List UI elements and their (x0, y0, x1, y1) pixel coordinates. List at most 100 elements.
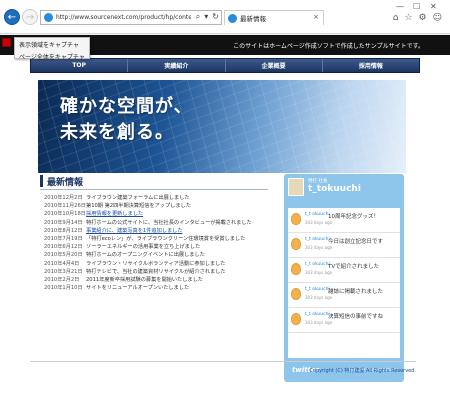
news-text: ソーラーエネルギーの活用事業を立ち上げました (86, 244, 201, 251)
news-text: 特打ホームのオープニングイベントに出展しました (86, 252, 205, 259)
back-button[interactable]: ← (4, 9, 20, 25)
tweet-text: 今日は創立記念日です (328, 239, 384, 245)
news-list: 2010年12月2日 ライブラウン建築フォーラムに出展しました 2010年11月26… (44, 194, 278, 292)
news-text: サイトをリニューアルオープンいたしました (86, 285, 190, 292)
nav-item-company[interactable]: 企業概要 (226, 59, 323, 72)
tweet-user[interactable]: t_t okuuchi (305, 262, 330, 267)
copyright: Copyright (C) 特打建設 All Rights Reserved. (309, 368, 416, 374)
tweet-user[interactable]: t_t okuuchi (305, 312, 330, 317)
favorites-icon[interactable]: ☆ (404, 13, 412, 23)
news-date: 2010年3月21日 (44, 268, 83, 275)
tweet-time[interactable]: 303 days ago (305, 270, 332, 275)
tweet-item: t_t okuuchi 雑誌に掲載されました 303 days ago (288, 283, 400, 308)
smiley-icon[interactable]: ☺ (433, 13, 442, 23)
news-row: 2010年1月10日 サイトをリニューアルオープンいたしました (44, 284, 278, 292)
nav-item-works[interactable]: 実績紹介 (128, 59, 226, 72)
web-page: このサイトはホームページ作成ソフトで作成したサンプルサイトです。 TOP 実績紹… (0, 35, 450, 400)
news-heading: 最新情報 (40, 175, 83, 188)
news-row: 2010年4月4日 ライブラウン・リサイクルボランティア活動に参加しました (44, 260, 278, 268)
tab-ie-icon (228, 13, 237, 23)
news-row: 2010年7月19日 「特打ecoレン」が、ライブラウンクリーン住環境賞を受賞しま… (44, 235, 278, 243)
site-notice: このサイトはホームページ作成ソフトで作成したサンプルサイトです。 (233, 43, 424, 50)
tweet-item: t_t okuuchi TVで紹介されました 303 days ago (288, 258, 400, 283)
tweet-user[interactable]: t_t okuuchi (305, 287, 330, 292)
tweet-item: t_t okuuchi 決算短信の事前ですね 303 days ago (288, 308, 400, 333)
news-link[interactable]: 事業紹介に、建築写真を1件追加しました (86, 227, 276, 235)
news-row: 2010年2月2日 2011年度新卒採用試験の募集を開始いたしました (44, 276, 278, 284)
news-row: 2010年8月12日 事業紹介に、建築写真を1件追加しました (44, 227, 278, 235)
news-text: ライブラウン・リサイクルボランティア活動に参加しました (86, 260, 226, 267)
ie-icon (44, 13, 53, 22)
address-bar[interactable]: http://www.sourcenext.com/product/hp/con… (40, 10, 222, 25)
twitter-avatar[interactable] (288, 178, 304, 196)
footer-divider (30, 361, 416, 362)
tweet-list: t_t okuuchi 10周年記念グッズ！ 303 days ago t_t oku… (288, 208, 400, 358)
hero-banner: 確かな空間が、 未来を創る。 (38, 80, 406, 173)
tweet-time[interactable]: 303 days ago (305, 245, 332, 250)
news-date: 2010年7月19日 (44, 235, 83, 242)
news-date: 2010年6月12日 (44, 244, 83, 251)
context-menu: 表示領域をキャプチャ ページ全体をキャプチャ (14, 37, 90, 62)
twitter-handle[interactable]: t_tokuuchi (308, 184, 361, 194)
tweet-text: TVで紹介されました (328, 264, 380, 270)
tweet-text: 10周年記念グッズ！ (328, 214, 379, 220)
close-tab-icon[interactable]: × (313, 13, 319, 21)
back-arrow-icon: ← (7, 11, 17, 23)
news-row: 2010年3月21日 特打テレビで、当社の建築資材リサイクルが紹介されました (44, 268, 278, 276)
search-icon[interactable]: ⌕ (196, 12, 200, 22)
news-link[interactable]: 採用情報を更新しました (86, 210, 276, 218)
home-icon[interactable]: ⌂ (393, 13, 399, 23)
dropdown-icon[interactable]: ▾ (204, 12, 208, 22)
tweet-item: t_t okuuchi 今日は創立記念日です 303 days ago (288, 233, 400, 258)
tab-title: 最新情報 (240, 15, 266, 23)
browser-tab[interactable]: 最新情報 × (224, 10, 324, 25)
refresh-icon[interactable]: ↻ (212, 12, 219, 22)
egg-avatar-icon (291, 238, 301, 250)
menu-item-capture-page[interactable]: ページ全体をキャプチャ (15, 50, 89, 62)
news-row: 2010年9月14日 特打ホームの公式サイトに、当社社長のインタビューが掲載されま… (44, 219, 278, 227)
minimize-button[interactable]: — (396, 2, 404, 11)
settings-icon[interactable]: ⚙ (419, 13, 427, 23)
tweet-time[interactable]: 303 days ago (305, 320, 332, 325)
news-text: 「特打ecoレン」が、ライブラウンクリーン住環境賞を受賞しました (86, 235, 246, 242)
news-date: 2010年8月12日 (44, 227, 83, 234)
tweet-item: t_t okuuchi 10周年記念グッズ！ 303 days ago (288, 208, 400, 233)
egg-avatar-icon (291, 213, 301, 225)
tweet-user[interactable]: t_t okuuchi (305, 212, 330, 217)
forward-button[interactable]: → (22, 9, 38, 25)
tweet-time[interactable]: 303 days ago (305, 220, 332, 225)
address-tools: ⌕ ▾ ↻ (196, 12, 219, 22)
browser-icons: ⌂ ☆ ⚙ ☺ (393, 13, 442, 23)
news-row: 2010年10月18日 採用情報を更新しました (44, 210, 278, 218)
news-row: 2010年12月2日 ライブラウン建築フォーラムに出展しました (44, 194, 278, 202)
news-date: 2010年4月4日 (44, 260, 80, 267)
menu-item-capture-visible[interactable]: 表示領域をキャプチャ (15, 38, 89, 50)
forward-arrow-icon: → (25, 11, 35, 23)
news-date: 2010年5月20日 (44, 252, 83, 259)
twitter-widget: 特打 社長 t_tokuuchi t_t okuuchi 10周年記念グッズ！ 30… (284, 174, 404, 382)
hero-headline-2: 未来を創る。 (60, 122, 174, 143)
news-text: 特打テレビで、当社の建築資材リサイクルが紹介されました (86, 268, 226, 275)
nav-item-recruit[interactable]: 採用情報 (323, 59, 419, 72)
news-date: 2010年12月2日 (44, 195, 83, 201)
hero-headline-1: 確かな空間が、 (60, 96, 193, 117)
news-row: 2010年5月20日 特打ホームのオープニングイベントに出展しました (44, 251, 278, 259)
tweet-user[interactable]: t_t okuuchi (305, 237, 330, 242)
tweet-time[interactable]: 303 days ago (305, 295, 332, 300)
news-divider (40, 189, 268, 190)
tweet-text: 雑誌に掲載されました (328, 289, 384, 295)
tweet-text: 決算短信の事前ですね (328, 314, 384, 320)
news-date: 2010年11月26日 (44, 203, 86, 210)
news-row: 2010年6月12日 ソーラーエネルギーの活用事業を立ち上げました (44, 243, 278, 251)
news-text: 特打ホームの公式サイトに、当社社長のインタビューが掲載されました (86, 219, 252, 226)
news-date: 2010年1月10日 (44, 285, 83, 292)
url-text: http://www.sourcenext.com/product/hp/con… (56, 14, 191, 21)
news-date: 2010年9月14日 (44, 219, 83, 226)
capture-icon[interactable] (2, 38, 11, 47)
browser-toolbar: ← → http://www.sourcenext.com/product/hp… (0, 0, 450, 34)
egg-avatar-icon (291, 288, 301, 300)
maximize-button[interactable]: ☐ (413, 2, 420, 11)
close-window-button[interactable]: ✕ (430, 2, 437, 11)
news-date: 2010年2月2日 (44, 276, 80, 283)
news-row: 2010年11月26日 第10期 第2四半期決算短信をアップしました (44, 202, 278, 210)
